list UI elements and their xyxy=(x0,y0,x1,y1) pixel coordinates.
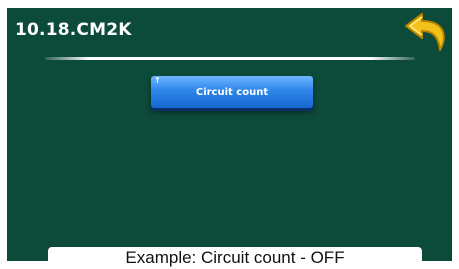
device-screen: 10.18.CM2K ↑ Circuit count xyxy=(7,8,452,261)
example-caption: Example: Circuit count - OFF xyxy=(48,247,422,269)
header-divider xyxy=(45,57,415,60)
page-title: 10.18.CM2K xyxy=(15,20,132,40)
circuit-count-button[interactable]: ↑ Circuit count xyxy=(151,76,313,108)
back-arrow-icon xyxy=(405,13,445,51)
circuit-count-label: Circuit count xyxy=(195,86,269,98)
corner-mark: ↑ xyxy=(154,76,161,85)
back-button[interactable] xyxy=(402,10,452,54)
